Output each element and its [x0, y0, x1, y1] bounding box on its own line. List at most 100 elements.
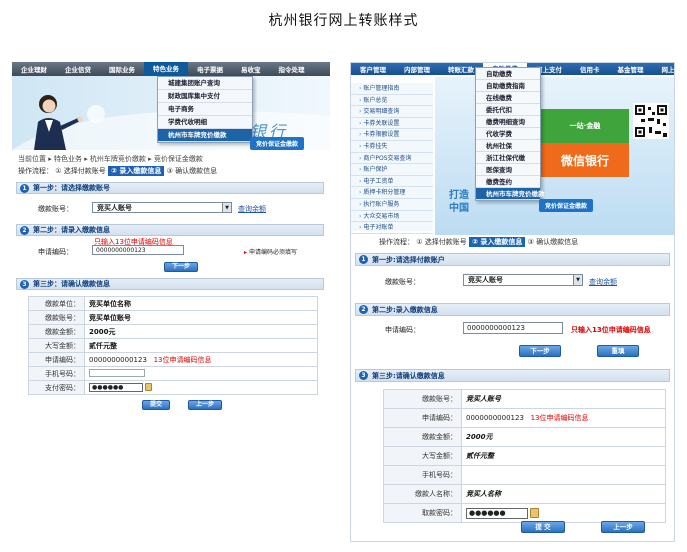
menu-item[interactable]: 自助缴费: [476, 68, 540, 80]
sidebar-item[interactable]: 大众交易市场: [351, 211, 433, 223]
nav-item[interactable]: 企业理财: [12, 64, 56, 74]
sidebar-item[interactable]: 账户总览: [351, 95, 433, 107]
menu-item[interactable]: 杭州社保: [476, 140, 540, 152]
chevron-down-icon: ▼: [222, 203, 231, 212]
menu-item[interactable]: 代收学费: [476, 128, 540, 140]
promo-tile-finance[interactable]: 一站·金融: [541, 109, 629, 143]
step1-title: 第一步：请选择缴款账号: [33, 184, 110, 192]
step2-title: 第二步:录入缴款信息: [372, 305, 438, 314]
process-label: 操作流程：: [379, 238, 414, 246]
menu-item[interactable]: 委托代扣: [476, 104, 540, 116]
right-screenshot: 客户管理 内部管理 转账汇款 自助缴费 网上支付 信用卡 基金管理 网上基金 账…: [350, 62, 675, 542]
application-code-input[interactable]: 0000000000123: [463, 322, 563, 334]
nav-item[interactable]: 指令处理: [270, 64, 314, 74]
submit-button[interactable]: 提 交: [521, 521, 565, 533]
nav-item[interactable]: 客户管理: [351, 64, 395, 74]
menu-item-highlighted[interactable]: 杭州市车牌竞价缴款: [476, 188, 545, 200]
menu-item-highlighted[interactable]: 杭州市车牌竞价缴款: [158, 129, 252, 142]
submenu-item[interactable]: 竞价保证金缴款: [250, 137, 305, 150]
next-button[interactable]: 下一步: [519, 345, 561, 357]
sidebar-item[interactable]: 电子工资单: [351, 176, 433, 188]
menu-item[interactable]: 电子商务: [158, 103, 252, 116]
menu-item[interactable]: 缴费签约: [476, 176, 540, 188]
process-bar: 操作流程： ① 选择付款账号 ② 录入缴款信息 ③ 确认缴款信息: [18, 166, 217, 176]
row-value: 贰仟元整: [84, 338, 318, 353]
promo-tile-wechat[interactable]: 微信银行: [541, 143, 629, 177]
row-key: 缴款单位：: [28, 296, 85, 311]
process-step: ① 选择付款账号: [416, 238, 467, 246]
sidebar-item[interactable]: 账户管理指南: [351, 83, 433, 95]
nav-item[interactable]: 内部管理: [395, 64, 439, 74]
chevron-down-icon: ▼: [573, 275, 582, 285]
back-button[interactable]: 上一步: [601, 521, 645, 533]
table-row: 缴款账号： 竞买单位账号: [28, 310, 318, 325]
row-value: 竞买人名称: [461, 484, 666, 504]
menu-item[interactable]: 城建集团账户查询: [158, 77, 252, 90]
step3-header: 3 第三步:请确认缴款信息: [355, 369, 670, 382]
back-button[interactable]: 上一步: [188, 400, 222, 410]
step2-hint: 只输入13位申请编码信息: [571, 326, 651, 334]
menu-item[interactable]: 缴费明细查询: [476, 116, 540, 128]
menu-item[interactable]: 学费代收明细: [158, 116, 252, 129]
application-code-input[interactable]: 0000000000123: [92, 245, 184, 255]
balance-query-link[interactable]: 查询余额: [589, 277, 617, 287]
sidebar-item[interactable]: 电子对账单: [351, 222, 433, 234]
balance-query-link[interactable]: 查询余额: [238, 204, 266, 214]
sidebar-item[interactable]: 商户POS交易查询: [351, 153, 433, 165]
account-select-value: 竞买人账号: [97, 203, 132, 212]
confirm-table: 缴款单位： 竞买单位名称 缴款账号： 竞买单位账号 缴款金额： 2000元 大写金额：…: [28, 296, 318, 395]
nav-item[interactable]: 国际业务: [100, 64, 144, 74]
row-key: 申请编码：: [383, 408, 462, 428]
table-row: 手机号码：: [28, 366, 318, 381]
sidebar-item[interactable]: 账户保护: [351, 164, 433, 176]
sidebar-item[interactable]: 执行账户服务: [351, 199, 433, 211]
menu-item[interactable]: 在线缴费: [476, 92, 540, 104]
required-hint: ▸ 申请编码必须填写: [244, 249, 297, 256]
step2-label: 申请编码：: [385, 326, 420, 334]
next-button[interactable]: 下一步: [164, 262, 198, 272]
sidebar-item[interactable]: 交易明细查询: [351, 106, 433, 118]
account-select[interactable]: 竞买人账号 ▼: [92, 202, 232, 213]
menu-item[interactable]: 自助缴费指南: [476, 80, 540, 92]
table-row: 手机号码：: [383, 465, 666, 485]
process-label: 操作流程：: [18, 167, 53, 175]
nav-item-active[interactable]: 特色业务: [144, 62, 188, 76]
account-select-value: 竞买人账号: [468, 276, 503, 284]
row-value: 0000000000123 13位申请编码信息: [461, 408, 666, 428]
row-value: 竞买单位账号: [84, 310, 318, 325]
account-select[interactable]: 竞买人账号 ▼: [463, 274, 583, 286]
password-input[interactable]: ●●●●●●: [89, 383, 143, 392]
submenu-item[interactable]: 竞价保证金缴款: [539, 199, 594, 212]
step2-title: 第二步：请录入缴款信息: [33, 226, 110, 234]
row-value: 贰仟元整: [461, 446, 666, 466]
nav-item[interactable]: 基金管理: [609, 64, 653, 74]
nav-item[interactable]: 信用卡: [571, 64, 609, 74]
row-value: 2000元: [84, 324, 318, 339]
nav-item[interactable]: 电子票据: [188, 64, 232, 74]
menu-item[interactable]: 医保查询: [476, 164, 540, 176]
row-key: 大写金额：: [383, 446, 462, 466]
menu-item[interactable]: 浙江社保代缴: [476, 152, 540, 164]
nav-item[interactable]: 企业信贷: [56, 64, 100, 74]
phone-input[interactable]: [89, 368, 145, 377]
menu-item[interactable]: 财政国库集中支付: [158, 90, 252, 103]
reset-button[interactable]: 重填: [597, 345, 639, 357]
row-key: 大写金额：: [28, 338, 85, 353]
submit-button[interactable]: 提交: [142, 400, 170, 410]
nav-item[interactable]: 网上基金: [653, 64, 675, 74]
confirm-table: 缴款账号： 竞买人账号 申请编码： 0000000000123 13位申请编码信息 …: [383, 389, 666, 523]
process-step-active: ② 录入缴款信息: [107, 166, 165, 176]
sidebar-item[interactable]: 质押卡积分管理: [351, 187, 433, 199]
password-input[interactable]: ●●●●●●: [466, 507, 528, 519]
sidebar-item[interactable]: 卡券限额设置: [351, 129, 433, 141]
table-row: 取款密码： ●●●●●●: [383, 503, 666, 523]
banner-text: 打造中国: [449, 190, 469, 214]
process-step: ③ 确认缴款信息: [527, 238, 579, 246]
table-row: 大写金额： 贰仟元整: [28, 338, 318, 353]
nav-item[interactable]: 易收宝: [232, 64, 270, 74]
step1-label: 缴款账号：: [38, 205, 73, 213]
sidebar-item[interactable]: 卡券挂失: [351, 141, 433, 153]
step3-title: 第三步：请确认缴款信息: [33, 280, 110, 288]
sidebar-item[interactable]: 卡券关联设置: [351, 118, 433, 130]
process-step-active: ② 录入缴款信息: [468, 237, 526, 247]
